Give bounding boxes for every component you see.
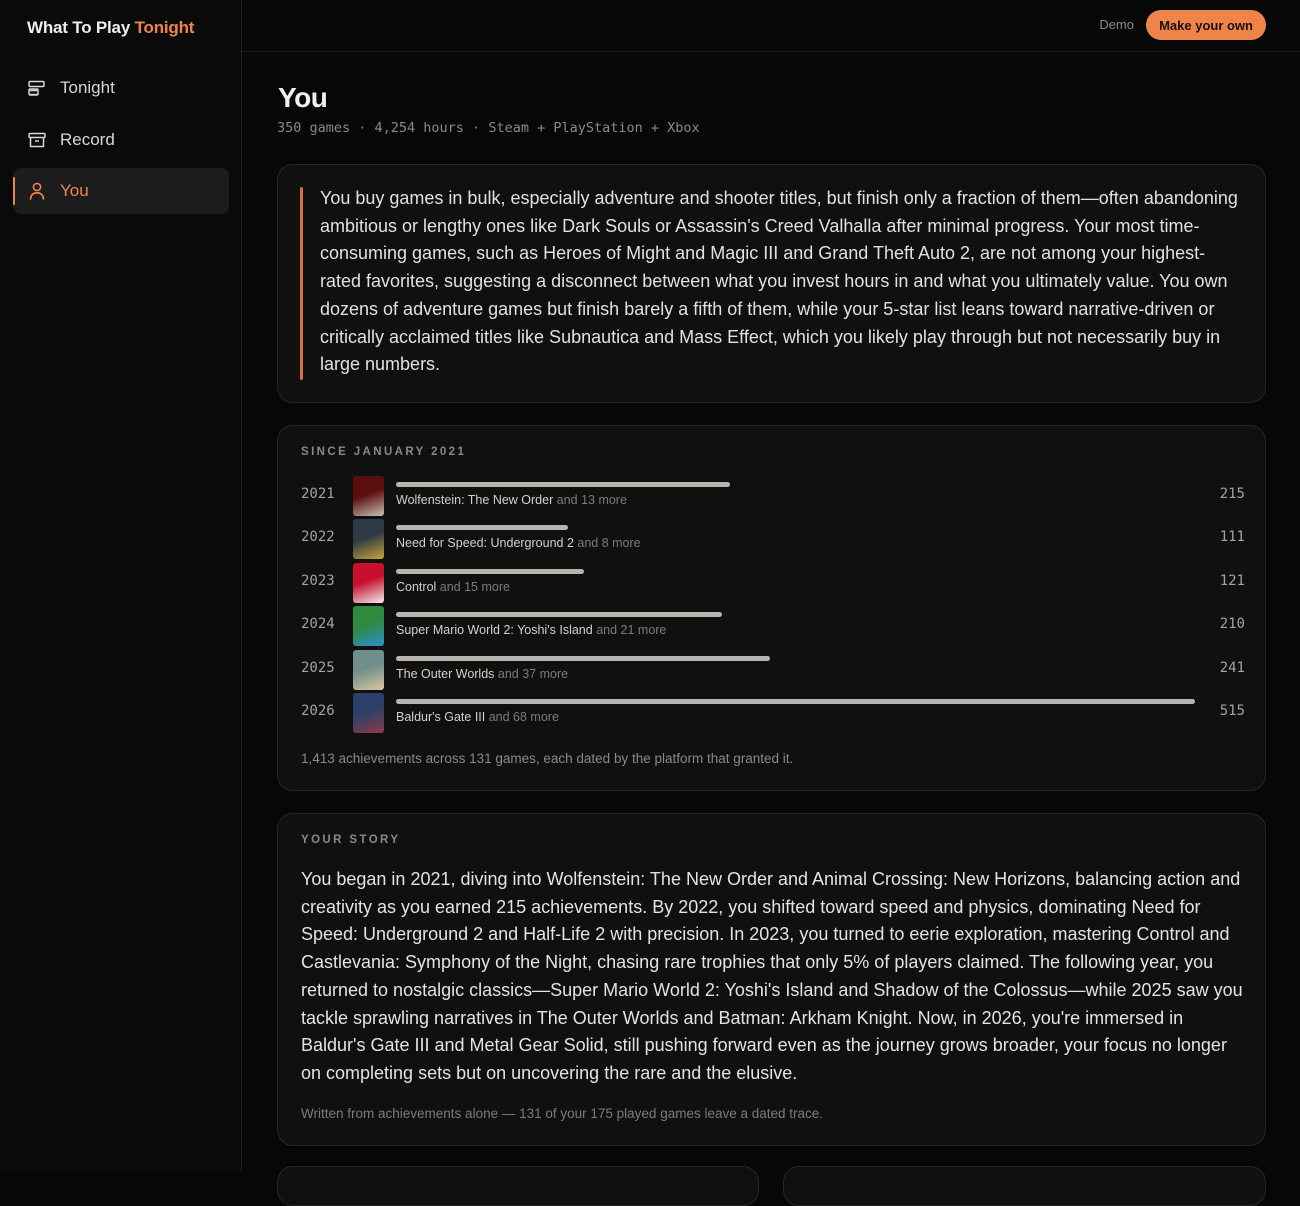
next-card-right <box>783 1166 1266 1206</box>
timeline-game: The Outer Worlds and 37 more <box>396 667 568 681</box>
sidebar-item-label: Tonight <box>60 78 115 97</box>
timeline-game-more: and 8 more <box>577 536 641 551</box>
timeline-year: 2026 <box>301 703 335 719</box>
summary-card: You buy games in bulk, especially advent… <box>277 164 1266 403</box>
timeline-game: Super Mario World 2: Yoshi's Island and … <box>396 623 666 637</box>
top-bar: Demo Make your own <box>242 0 1300 52</box>
timeline-row[interactable]: 2024 Super Mario World 2: Yoshi's Island … <box>278 606 1267 649</box>
timeline-game-title: Need for Speed: Underground 2 <box>396 536 574 551</box>
game-cover-image <box>353 649 384 690</box>
page-title: You <box>278 82 328 113</box>
timeline-row[interactable]: 2023 Control and 15 more 121 <box>278 562 1267 606</box>
timeline-footnote: 1,413 achievements across 131 games, eac… <box>301 751 794 766</box>
timeline-card: SINCE JANUARY 2021 2021 Wolfenstein: The … <box>277 425 1266 791</box>
timeline-game-title: Control <box>396 579 437 594</box>
timeline-count: 241 <box>1219 659 1245 676</box>
section-label: SINCE JANUARY 2021 <box>301 446 467 458</box>
sidebar-item-you[interactable]: You <box>13 168 229 214</box>
timeline-year: 2023 <box>301 572 335 589</box>
timeline-bar <box>396 699 1195 704</box>
timeline-bar <box>396 525 568 531</box>
timeline-year: 2025 <box>301 659 335 676</box>
game-cover-image <box>353 476 384 516</box>
game-cover-image <box>353 562 384 603</box>
summary-text: You buy games in bulk, especially advent… <box>320 188 1238 375</box>
timeline-game: Control and 15 more <box>396 580 510 594</box>
timeline-game-more: and 13 more <box>556 493 627 507</box>
timeline-game: Baldur's Gate III and 68 more <box>396 710 559 724</box>
archive-icon <box>27 130 47 150</box>
make-your-own-button[interactable]: Make your own <box>1146 10 1266 40</box>
timeline-row[interactable]: 2021 Wolfenstein: The New Order and 13 mo… <box>278 476 1267 519</box>
timeline-count: 111 <box>1219 529 1245 546</box>
page-subtitle: 350 games · 4,254 hours · Steam + PlaySt… <box>277 120 700 136</box>
story-text: You began in 2021, diving into Wolfenste… <box>301 869 1243 1083</box>
sidebar: What To Play Tonight Tonight Record You <box>0 0 242 1172</box>
timeline-game-title: The Outer Worlds <box>396 666 495 681</box>
timeline-bar <box>396 655 770 661</box>
sidebar-item-label: You <box>60 181 89 200</box>
timeline-game: Wolfenstein: The New Order and 13 more <box>396 493 627 507</box>
timeline-game-more: and 68 more <box>488 710 559 724</box>
sidebar-item-label: Record <box>60 130 115 149</box>
story-card: YOUR STORY You began in 2021, diving int… <box>277 813 1266 1146</box>
timeline-row[interactable]: 2022 Need for Speed: Underground 2 and 8 … <box>278 519 1267 562</box>
timeline-bar <box>396 482 730 487</box>
timeline-game-more: and 15 more <box>439 579 510 594</box>
demo-link[interactable]: Demo <box>1099 17 1134 32</box>
story-footnote: Written from achievements alone — 131 of… <box>301 1106 824 1121</box>
timeline-game-more: and 21 more <box>596 623 667 638</box>
timeline-row[interactable]: 2025 The Outer Worlds and 37 more 241 <box>278 649 1267 693</box>
user-icon <box>27 181 47 201</box>
stack-icon <box>27 78 47 98</box>
sidebar-item-record[interactable]: Record <box>13 117 229 163</box>
timeline-count: 215 <box>1219 486 1245 502</box>
section-label: YOUR STORY <box>301 834 401 846</box>
brand-accent: Tonight <box>134 18 195 37</box>
timeline-count: 515 <box>1219 703 1245 719</box>
next-card-left <box>277 1166 759 1206</box>
timeline-bar <box>396 568 584 574</box>
sidebar-item-tonight[interactable]: Tonight <box>13 65 229 111</box>
brand-name: What To Play <box>27 18 135 37</box>
timeline-game-title: Baldur's Gate III <box>396 710 486 724</box>
timeline-year: 2022 <box>301 529 335 546</box>
game-cover-image <box>353 693 384 733</box>
game-cover-image <box>353 606 384 647</box>
game-cover-image <box>353 519 384 560</box>
timeline-year: 2021 <box>301 486 335 502</box>
timeline-count: 210 <box>1219 616 1245 633</box>
timeline-game-title: Super Mario World 2: Yoshi's Island <box>396 623 593 638</box>
timeline-game: Need for Speed: Underground 2 and 8 more <box>396 536 641 550</box>
summary-accent-bar <box>300 187 303 380</box>
timeline-game-title: Wolfenstein: The New Order <box>396 493 554 507</box>
timeline-bar <box>396 612 722 618</box>
timeline-game-more: and 37 more <box>497 666 569 681</box>
timeline-year: 2024 <box>301 616 335 633</box>
timeline-count: 121 <box>1219 572 1245 589</box>
app-logo[interactable]: What To Play Tonight <box>27 18 194 38</box>
timeline-row[interactable]: 2026 Baldur's Gate III and 68 more 515 <box>278 693 1267 736</box>
